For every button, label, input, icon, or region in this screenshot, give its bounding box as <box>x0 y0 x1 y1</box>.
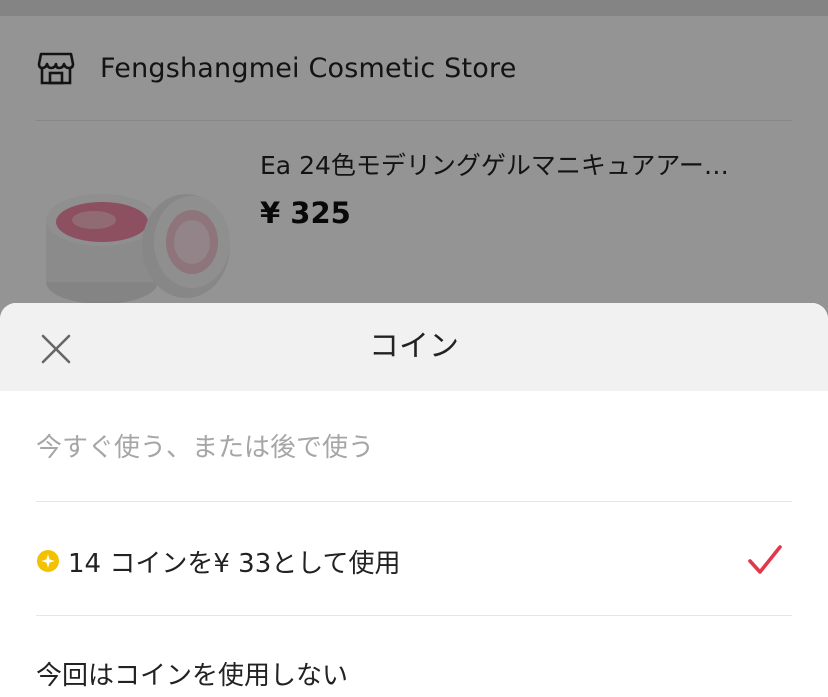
option-no-coins[interactable]: 今回はコインを使用しない <box>36 637 792 697</box>
sheet-title: コイン <box>369 329 459 364</box>
sheet-header: コイン <box>0 303 828 391</box>
divider <box>36 615 792 616</box>
option-label: 14 コインを¥ 33として使用 <box>68 548 401 579</box>
divider <box>36 501 792 502</box>
coin-bottom-sheet: コイン 今すぐ使う、または後で使う 14 コインを¥ 33として使用 今回はコイ… <box>0 303 828 697</box>
option-label: 今回はコインを使用しない <box>36 660 349 691</box>
checkmark-icon <box>748 545 782 574</box>
sheet-hint: 今すぐ使う、または後で使う <box>36 433 375 463</box>
option-use-coins[interactable]: 14 コインを¥ 33として使用 <box>36 525 792 597</box>
coin-icon <box>37 550 59 572</box>
close-icon[interactable] <box>36 329 76 369</box>
